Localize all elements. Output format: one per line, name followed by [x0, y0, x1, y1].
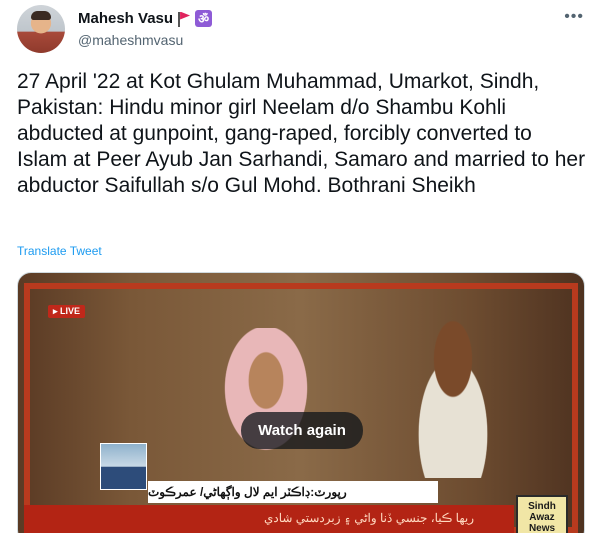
om-icon: ॐ — [195, 10, 213, 27]
channel-logo-line2: Awaz — [529, 511, 555, 523]
author-name[interactable]: Mahesh Vasu — [78, 10, 173, 27]
channel-logo-line1: Sindh — [528, 500, 556, 512]
video-player[interactable]: ▸ LIVE رپورٽ:ڊاڪٽر ايم لال واڳهاڻي/ عمرڪ… — [17, 272, 585, 533]
video-news-band: ريها ڪيا، جنسي ڏنا واڻي ۽ زبردستي شادي — [24, 505, 514, 533]
tweet-text: 27 April '22 at Kot Ghulam Muhammad, Uma… — [17, 70, 586, 197]
video-person-left — [206, 328, 326, 478]
channel-logo: Sindh Awaz News — [516, 495, 568, 533]
news-band-text: ريها ڪيا، جنسي ڏنا واڻي ۽ زبردستي شادي — [263, 511, 474, 525]
author-handle[interactable]: @maheshmvasu — [78, 32, 183, 48]
channel-logo-line3: News — [528, 522, 556, 533]
live-badge: ▸ LIVE — [48, 305, 86, 318]
video-person-right — [393, 303, 513, 478]
flag-icon — [177, 11, 191, 27]
more-options-icon[interactable]: ••• — [564, 8, 584, 26]
tweet-card[interactable]: Mahesh Vasu ॐ @maheshmvasu ••• 27 April … — [0, 0, 604, 533]
author-name-row[interactable]: Mahesh Vasu ॐ — [78, 10, 213, 27]
avatar[interactable] — [17, 5, 65, 53]
watch-again-button[interactable]: Watch again — [241, 412, 363, 449]
translate-tweet-link[interactable]: Translate Tweet — [17, 244, 102, 258]
avatar-hair — [31, 11, 51, 20]
video-ticker: رپورٽ:ڊاڪٽر ايم لال واڳهاڻي/ عمرڪوٽ — [148, 481, 438, 503]
reporter-inset-image — [100, 443, 147, 490]
live-label: LIVE — [60, 306, 81, 316]
